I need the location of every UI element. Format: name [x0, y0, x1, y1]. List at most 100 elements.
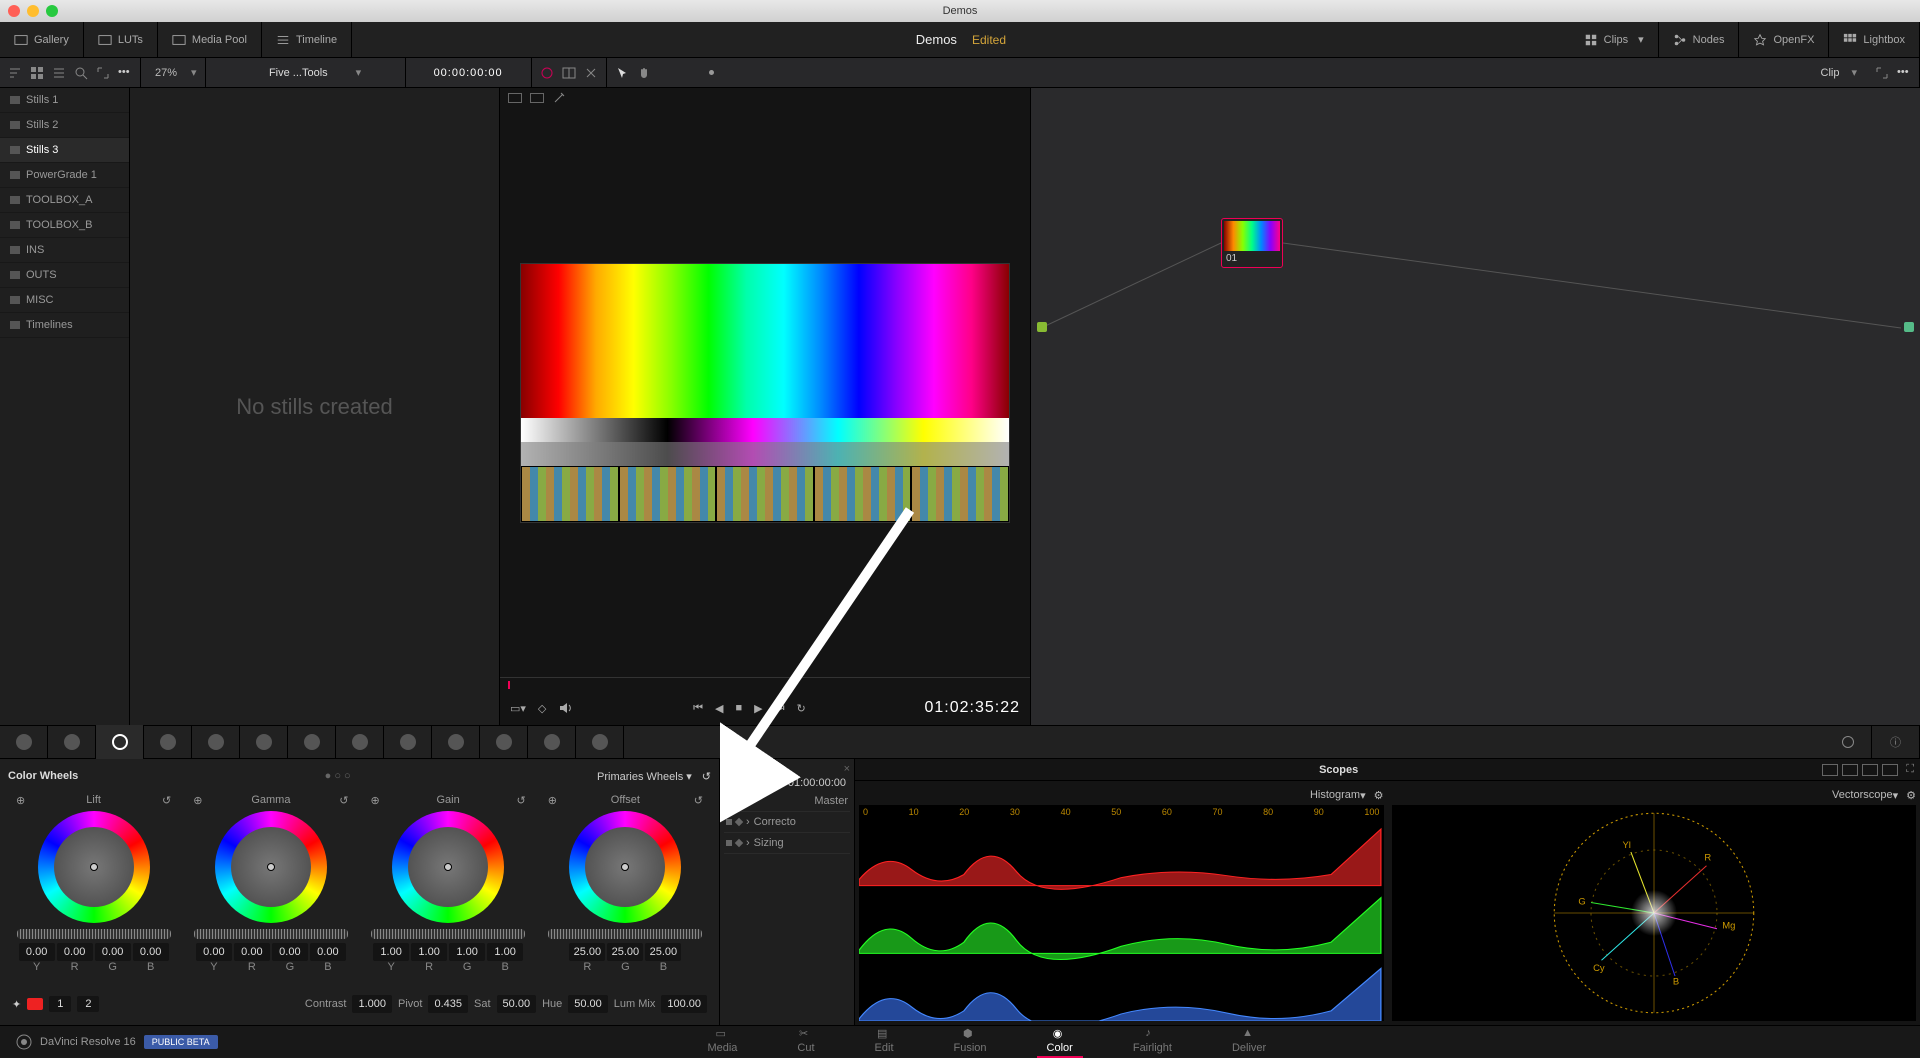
rgb-mixer-tab[interactable]	[144, 725, 192, 759]
info-icon[interactable]: ⓘ	[1872, 725, 1920, 759]
page-media[interactable]: ▭Media	[697, 1025, 747, 1058]
reset-wheel-icon[interactable]: ↺	[694, 794, 703, 807]
page-fairlight[interactable]: ♪Fairlight	[1123, 1025, 1182, 1058]
wheel-value[interactable]: 1.00	[411, 943, 447, 961]
qualifier-tab[interactable]	[288, 725, 336, 759]
wheel-value[interactable]: 25.00	[645, 943, 681, 961]
contrast-value[interactable]: 1.000	[352, 995, 392, 1013]
stills-album-item[interactable]: OUTS	[0, 263, 129, 288]
page-cut[interactable]: ✂Cut	[787, 1025, 824, 1058]
keyframes-close-icon[interactable]: ×	[844, 763, 850, 775]
pointer-icon[interactable]	[615, 66, 629, 80]
lummix-value[interactable]: 100.00	[661, 995, 707, 1013]
scopes-expand-icon[interactable]: ⛶	[1906, 763, 1914, 776]
key-tab[interactable]	[480, 725, 528, 759]
media-pool-button[interactable]: Media Pool	[158, 22, 262, 58]
color-wheel[interactable]	[392, 811, 504, 923]
page-color[interactable]: ◉Color	[1037, 1025, 1083, 1058]
3d-tab[interactable]	[576, 725, 624, 759]
close-window-icon[interactable]	[8, 5, 20, 17]
stills-album-item[interactable]: Timelines	[0, 313, 129, 338]
stills-album-item[interactable]: TOOLBOX_B	[0, 213, 129, 238]
master-jog[interactable]	[17, 929, 171, 939]
vectorscope-label[interactable]: Vectorscope	[1832, 789, 1893, 801]
reset-wheel-icon[interactable]: ↺	[162, 794, 171, 807]
wheels-pager[interactable]: ● ○ ○	[78, 770, 597, 782]
bypass-icon[interactable]: ◇	[538, 702, 546, 715]
blur-tab[interactable]	[432, 725, 480, 759]
sort-icon[interactable]	[8, 66, 22, 80]
reset-wheel-icon[interactable]: ↺	[339, 794, 348, 807]
stills-album-item[interactable]: MISC	[0, 288, 129, 313]
view-list-icon[interactable]	[52, 66, 66, 80]
viewer-mode-b-icon[interactable]	[530, 93, 544, 103]
picker-icon[interactable]: ⊕	[548, 794, 557, 807]
stills-album-item[interactable]: TOOLBOX_A	[0, 188, 129, 213]
next-frame-icon[interactable]: ⏭	[775, 702, 785, 715]
window-tab[interactable]	[336, 725, 384, 759]
lightbox-button[interactable]: Lightbox	[1829, 22, 1920, 58]
kf-sizing-row[interactable]: ›Sizing	[724, 833, 850, 854]
histogram-label[interactable]: Histogram	[1310, 789, 1360, 801]
wheel-value[interactable]: 0.00	[234, 943, 270, 961]
picker-icon[interactable]: ⊕	[371, 794, 380, 807]
expand-icon[interactable]	[96, 66, 110, 80]
histogram-options-icon[interactable]: ⚙	[1374, 789, 1384, 802]
expand-nodes-icon[interactable]	[1875, 66, 1889, 80]
zoom-window-icon[interactable]	[46, 5, 58, 17]
page-fusion[interactable]: ⬢Fusion	[944, 1025, 997, 1058]
stills-album-item[interactable]: INS	[0, 238, 129, 263]
viewer-mode-a-icon[interactable]	[508, 93, 522, 103]
wheels-reset-icon[interactable]: ↺	[702, 770, 711, 783]
loop-icon[interactable]: ↻	[797, 702, 806, 715]
nodes-pane[interactable]: 01	[1030, 88, 1920, 725]
timeline-button[interactable]: Timeline	[262, 22, 352, 58]
stills-album-item[interactable]: Stills 3	[0, 138, 129, 163]
page-edit[interactable]: ▤Edit	[865, 1025, 904, 1058]
viewer-canvas[interactable]	[500, 108, 1030, 677]
color-wheel[interactable]	[38, 811, 150, 923]
wheel-value[interactable]: 25.00	[607, 943, 643, 961]
viewer-timecode[interactable]: 00:00:00:00	[414, 67, 523, 79]
gallery-button[interactable]: Gallery	[0, 22, 84, 58]
flag-color-icon[interactable]	[27, 998, 43, 1010]
wheel-value[interactable]: 0.00	[310, 943, 346, 961]
transport-timecode[interactable]: 01:02:35:22	[924, 699, 1020, 717]
wheel-value[interactable]: 1.00	[373, 943, 409, 961]
image-wipe-icon[interactable]	[540, 66, 554, 80]
color-match-tab[interactable]	[48, 725, 96, 759]
clip-name[interactable]: Five ...Tools	[249, 67, 348, 79]
hand-icon[interactable]	[637, 66, 651, 80]
magic-wand-icon[interactable]	[552, 91, 566, 105]
kf-corrector-row[interactable]: ›Correcto	[724, 812, 850, 833]
keyframes-timecode[interactable]: 01:00:00:00	[724, 775, 850, 791]
stills-album-item[interactable]: Stills 2	[0, 113, 129, 138]
play-icon[interactable]: ▶	[754, 702, 762, 715]
camera-raw-tab[interactable]	[0, 725, 48, 759]
wheel-value[interactable]: 0.00	[19, 943, 55, 961]
auto-balance-icon[interactable]: ✦	[12, 998, 21, 1011]
clips-button[interactable]: Clips▾	[1570, 22, 1659, 58]
master-jog[interactable]	[194, 929, 348, 939]
hue-value[interactable]: 50.00	[568, 995, 608, 1013]
wheel-value[interactable]: 0.00	[133, 943, 169, 961]
sat-value[interactable]: 50.00	[497, 995, 537, 1013]
wheel-value[interactable]: 0.00	[57, 943, 93, 961]
page-2-button[interactable]: 2	[77, 996, 99, 1012]
search-icon[interactable]	[74, 66, 88, 80]
node-input-icon[interactable]	[1037, 322, 1047, 332]
page-deliver[interactable]: ▲Deliver	[1222, 1025, 1276, 1058]
viewer-options-icon[interactable]: ▭▾	[510, 702, 526, 715]
more-icon[interactable]: •••	[118, 66, 132, 80]
prev-frame-icon[interactable]: ◀	[715, 702, 723, 715]
scopes-layout-icons[interactable]	[1822, 764, 1898, 776]
more-nodes-icon[interactable]: •••	[1897, 66, 1911, 80]
vectorscope-options-icon[interactable]: ⚙	[1906, 789, 1916, 802]
view-grid-icon[interactable]	[30, 66, 44, 80]
wheel-value[interactable]: 0.00	[196, 943, 232, 961]
wheel-value[interactable]: 25.00	[569, 943, 605, 961]
clip-dropdown[interactable]: Clip	[1821, 67, 1840, 79]
wheel-value[interactable]: 0.00	[272, 943, 308, 961]
kf-master-row[interactable]: Master	[724, 791, 850, 812]
wheel-value[interactable]: 1.00	[449, 943, 485, 961]
